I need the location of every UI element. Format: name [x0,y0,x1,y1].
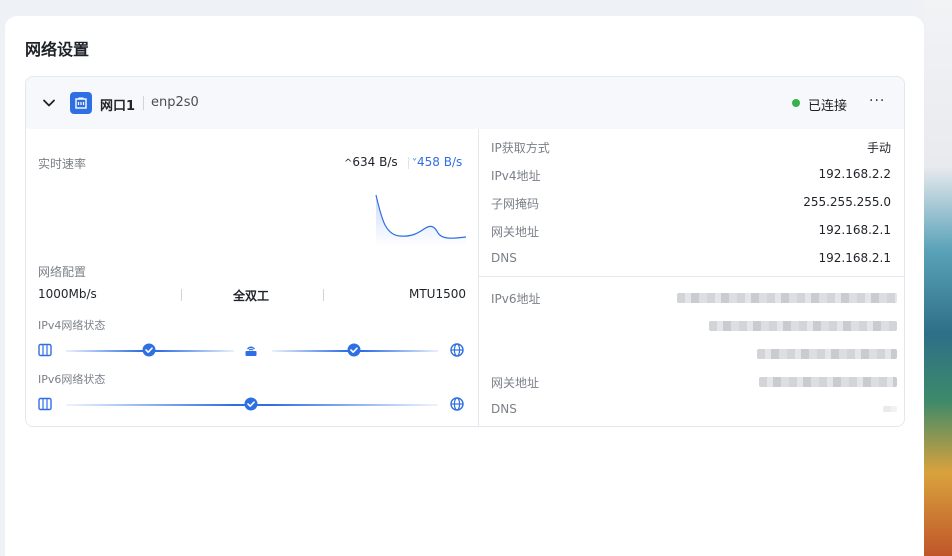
router-icon [245,346,257,356]
more-options-button[interactable]: ··· [869,93,885,109]
redacted-ipv6-gateway [759,377,897,387]
ipv6-gateway-label: 网关地址 [491,376,540,390]
ipv4-status-flow [38,343,466,359]
speed-divider [408,157,409,169]
redacted-ipv6-address [677,293,897,303]
device-icon [38,397,52,411]
subnet-mask-row: 子网掩码 255.255.255.0 [491,195,891,211]
ipv6-status-flow [38,397,466,413]
network-settings-panel: 网络设置 网口1 enp2s0 已连接 ··· 实时速率 ^634 B/s ˅4… [5,16,924,556]
subnet-mask-label: 子网掩码 [491,197,540,211]
network-config-row: 1000Mb/s 全双工 MTU1500 [38,287,466,303]
globe-icon [450,343,464,357]
ipv4-address-value: 192.168.2.2 [818,167,891,181]
ipv6-status-label: IPv6网络状态 [38,373,106,386]
interface-card-header[interactable]: 网口1 enp2s0 已连接 ··· [26,77,904,129]
ip-method-row: IP获取方式 手动 [491,139,891,155]
device-icon [38,343,52,357]
interface-device: enp2s0 [151,95,199,110]
gateway-value: 192.168.2.1 [818,223,891,237]
right-column: IP获取方式 手动 IPv4地址 192.168.2.2 子网掩码 255.25… [478,129,904,426]
subnet-mask-value: 255.255.255.0 [803,195,891,209]
desktop-wallpaper-edge [924,0,952,556]
ip-method-label: IP获取方式 [491,141,550,155]
header-divider [143,96,144,110]
download-speed: ˅458 B/s [412,155,462,169]
duplex-mode: 全双工 [233,289,270,303]
connection-status: 已连接 [808,99,848,114]
ipv4-address-label: IPv4地址 [491,169,541,183]
check-circle-icon [244,397,258,411]
gateway-label: 网关地址 [491,225,540,239]
interface-card: 网口1 enp2s0 已连接 ··· 实时速率 ^634 B/s ˅458 B/… [25,76,905,427]
config-divider [323,289,324,301]
dns-row: DNS 192.168.2.1 [491,251,891,267]
section-divider [479,276,904,277]
check-circle-icon [347,343,361,357]
upload-speed: ^634 B/s [344,155,398,169]
ipv6-dns-row: DNS [491,402,891,418]
globe-icon [450,397,464,411]
interface-name: 网口1 [100,99,136,114]
link-speed: 1000Mb/s [38,287,97,301]
dns-value: 192.168.2.1 [818,251,891,265]
speed-sparkline [375,194,466,247]
chevron-down-icon[interactable] [42,96,56,110]
mtu-value: MTU1500 [408,287,466,301]
ipv6-address-label: IPv6地址 [491,292,541,306]
realtime-speed-label: 实时速率 [38,157,87,171]
upload-speed-value: 634 B/s [352,155,398,169]
ip-method-value: 手动 [866,141,891,155]
network-config-label: 网络配置 [38,265,87,279]
download-speed-value: 458 B/s [417,155,463,169]
ipv4-status-label: IPv4网络状态 [38,319,106,332]
redacted-ipv6-dns [883,406,897,412]
ethernet-port-icon [70,92,92,114]
redacted-ipv6-address [757,349,897,359]
dns-label: DNS [491,251,517,265]
ipv4-address-row: IPv4地址 192.168.2.2 [491,167,891,183]
config-divider [181,289,182,301]
check-circle-icon [142,343,156,357]
ipv6-dns-label: DNS [491,402,517,416]
page-title: 网络设置 [25,40,90,59]
status-dot [792,99,800,107]
gateway-row: 网关地址 192.168.2.1 [491,223,891,239]
left-column: 实时速率 ^634 B/s ˅458 B/s 网络配置 1000Mb/s 全双工… [26,129,478,426]
redacted-ipv6-address [709,321,897,331]
